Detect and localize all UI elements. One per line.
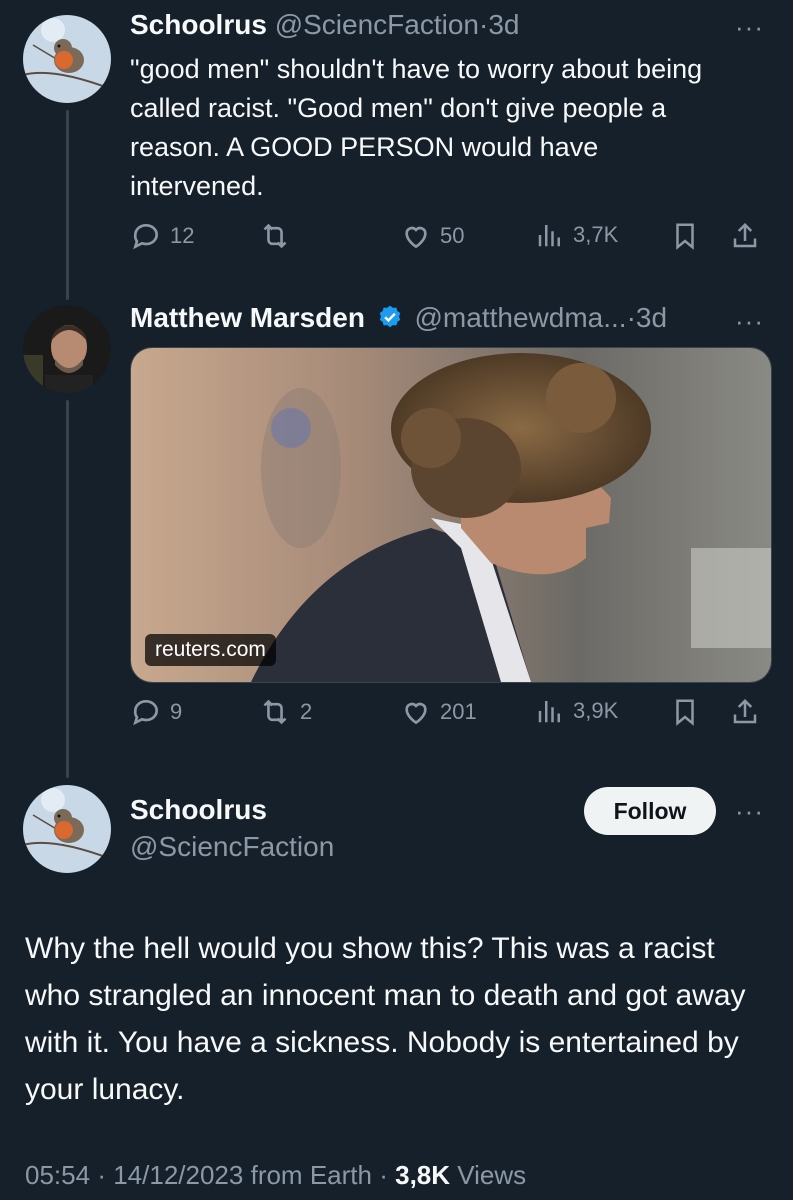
thread-line [66,110,69,300]
more-icon[interactable]: ··· [735,306,764,337]
reply-icon [130,220,162,252]
tweet-header: Schoolrus @SciencFaction·3d [130,9,519,41]
author-handle[interactable]: @matthewdma... [415,302,627,333]
post-time[interactable]: 3d [636,302,667,333]
card-source-label: reuters.com [145,634,276,666]
reply-button[interactable]: 9 [130,696,182,728]
like-count: 50 [440,223,465,248]
separator-dot: · [379,1160,388,1190]
views-icon [535,220,565,250]
views-count: 3,9K [573,698,619,723]
retweet-icon [258,696,292,728]
share-icon [730,696,760,728]
author-handle[interactable]: @SciencFaction [130,831,334,863]
views-button[interactable]: 3,9K [535,696,618,726]
views-count: 3,8K [395,1160,451,1190]
bookmark-icon [670,220,700,252]
avatar-schoolrus[interactable] [23,785,111,873]
views-button[interactable]: 3,7K [535,220,618,250]
retweet-count: 2 [300,699,313,724]
post-date[interactable]: 14/12/2023 [113,1160,243,1190]
retweet-button[interactable]: 2 [258,696,312,728]
share-icon [730,220,760,252]
thread-line [66,400,69,778]
post-time[interactable]: 05:54 [25,1160,90,1190]
action-bar: 9 2 201 3,9K [130,696,770,736]
tweet-text: "good men" shouldn't have to worry about… [130,54,703,201]
follow-button[interactable]: Follow [584,787,716,835]
views-icon [535,696,565,726]
bookmark-button[interactable] [670,220,700,252]
share-button[interactable] [730,696,760,728]
card-image [131,348,771,682]
reply-count: 12 [170,223,195,248]
post-time[interactable]: 3d [488,9,519,40]
main-tweet-text: Why the hell would you show this? This w… [25,932,746,1106]
link-card[interactable]: reuters.com [130,347,772,683]
tweet-header: Matthew Marsden @matthewdma...·3d [130,302,667,337]
retweet-icon [258,220,292,252]
avatar-schoolrus[interactable] [23,15,111,103]
more-icon[interactable]: ··· [735,796,764,827]
author-name[interactable]: Schoolrus [130,794,267,826]
reply-icon [130,696,162,728]
more-icon[interactable]: ··· [735,12,764,43]
tweet-metadata: 05:54 · 14/12/2023 from Earth · 3,8K Vie… [25,1160,526,1191]
author-name[interactable]: Schoolrus [130,9,267,40]
separator-dot: · [626,302,636,333]
views-count: 3,7K [573,222,619,247]
like-icon [400,220,432,252]
post-source: from Earth [250,1160,372,1190]
avatar-matthew-marsden[interactable] [23,305,111,393]
verified-badge-icon [377,304,403,337]
reply-button[interactable]: 12 [130,220,194,252]
like-button[interactable]: 50 [400,220,464,252]
like-count: 201 [440,699,477,724]
action-bar: 12 50 3,7K [130,220,770,260]
bookmark-button[interactable] [670,696,700,728]
separator-dot: · [97,1160,106,1190]
separator-dot: · [479,9,489,40]
like-icon [400,696,432,728]
author-handle[interactable]: @SciencFaction [275,9,479,40]
views-label: Views [457,1160,527,1190]
author-name[interactable]: Matthew Marsden [130,302,365,333]
share-button[interactable] [730,220,760,252]
reply-count: 9 [170,699,183,724]
retweet-button[interactable] [258,220,300,252]
bookmark-icon [670,696,700,728]
like-button[interactable]: 201 [400,696,477,728]
